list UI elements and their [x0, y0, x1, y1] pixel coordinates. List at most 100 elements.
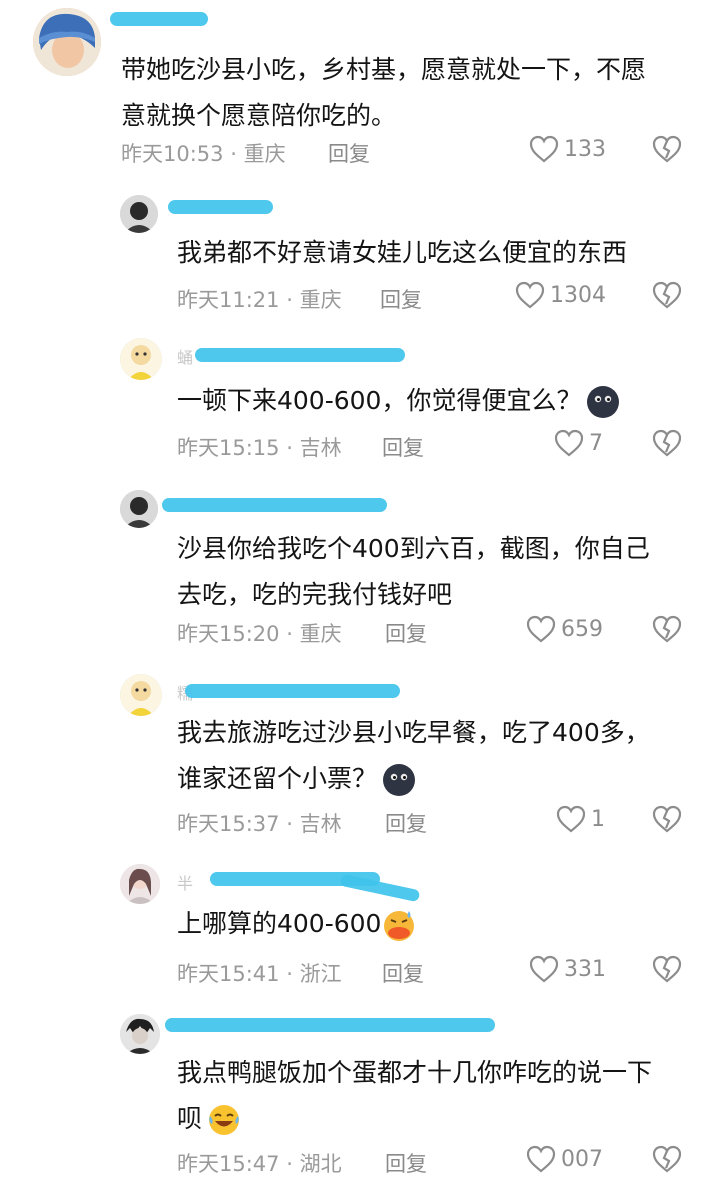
comment-text-line: 沙县你给我吃个400到六百，截图，你自己 [177, 534, 650, 563]
reply-button[interactable]: 回复 [328, 138, 370, 168]
reply-button[interactable]: 回复 [380, 284, 422, 314]
comment-7: 我点鸭腿饭加个蛋都才十几你咋吃的说一下 呗 昨天15:47 · 湖北 回复 00… [0, 1000, 720, 1192]
avatar[interactable] [120, 195, 158, 233]
like-count: 331 [564, 956, 606, 982]
comment-text: 我弟都不好意请女娃儿吃这么便宜的东西 [177, 230, 627, 276]
separator: · [286, 436, 293, 460]
comment-time: 昨天15:41 [177, 962, 280, 986]
like-count: 007 [561, 1146, 603, 1172]
like-button[interactable]: 7 [553, 428, 603, 458]
comment-text-line: 我弟都不好意请女娃儿吃这么便宜的东西 [177, 238, 628, 267]
comment-1: 带她吃沙县小吃，乡村基，愿意就处一下，不愿 意就换个愿意陪你吃的。 昨天10:5… [0, 0, 720, 180]
dislike-button[interactable] [651, 1144, 683, 1174]
like-count: 133 [564, 136, 606, 162]
username-redacted [185, 684, 400, 698]
separator: · [230, 142, 237, 166]
comment-text-line: 一顿下来400-600，你觉得便宜么？ [177, 378, 621, 424]
comment-2: 我弟都不好意请女娃儿吃这么便宜的东西 昨天11:21 · 重庆 回复 1304 [0, 180, 720, 320]
like-button[interactable]: 331 [528, 954, 606, 984]
comment-time: 昨天15:37 [177, 812, 280, 836]
comment-text-line: 呗 [177, 1096, 652, 1142]
comment-text: 一顿下来400-600，你觉得便宜么？ [177, 378, 621, 424]
reply-button[interactable]: 回复 [385, 618, 427, 648]
like-count: 659 [561, 616, 603, 642]
like-button[interactable]: 1 [555, 804, 605, 834]
comment-location: 重庆 [299, 622, 342, 646]
username-redacted [110, 12, 208, 26]
comment-text-line: 谁家还留个小票？ [177, 756, 650, 802]
username-redacted [168, 200, 273, 214]
comment-text-line: 我点鸭腿饭加个蛋都才十几你咋吃的说一下 [177, 1058, 653, 1087]
separator: · [286, 812, 293, 836]
reply-button[interactable]: 回复 [385, 808, 427, 838]
comment-time: 昨天11:21 [177, 288, 280, 312]
comment-location: 重庆 [243, 142, 286, 166]
comment-6: 半 上哪算的400-600 昨天15:41 · 浙江 回复 331 [0, 850, 720, 1000]
dislike-button[interactable] [651, 134, 683, 164]
like-count: 1304 [550, 282, 606, 308]
heart-icon [529, 955, 559, 983]
dislike-button[interactable] [651, 954, 683, 984]
separator: · [286, 288, 293, 312]
comment-meta: 昨天15:47 · 湖北 [177, 1148, 342, 1178]
heart-icon [556, 805, 586, 833]
comment-3: 蛹 一顿下来400-600，你觉得便宜么？ 昨天15:15 · 吉林 回复 7 [0, 320, 720, 470]
comment-time: 昨天10:53 [121, 142, 224, 166]
comment-location: 吉林 [299, 436, 342, 460]
dislike-button[interactable] [651, 428, 683, 458]
comment-time: 昨天15:15 [177, 436, 280, 460]
comment-text-span: 谁家还留个小票？ [177, 764, 378, 793]
comment-location: 浙江 [299, 962, 342, 986]
comment-time: 昨天15:20 [177, 622, 280, 646]
username-ghost: 半 [177, 874, 195, 893]
heart-icon [526, 615, 556, 643]
like-button[interactable]: 1304 [514, 280, 606, 310]
comment-meta: 昨天15:37 · 吉林 [177, 808, 342, 838]
comment-text: 上哪算的400-600 [177, 901, 417, 947]
username-ghost: 蛹 [177, 348, 195, 367]
avatar[interactable] [120, 864, 160, 904]
reply-button[interactable]: 回复 [385, 1148, 427, 1178]
avatar[interactable] [120, 1014, 160, 1054]
heart-icon [526, 1145, 556, 1173]
broken-heart-icon [652, 615, 682, 643]
dislike-button[interactable] [651, 614, 683, 644]
broken-heart-icon [652, 135, 682, 163]
comment-text-span: 呗 [177, 1104, 203, 1133]
like-count: 7 [589, 430, 603, 456]
like-button[interactable]: 659 [525, 614, 603, 644]
comment-text-line: 意就换个愿意陪你吃的。 [121, 101, 397, 130]
broken-heart-icon [652, 429, 682, 457]
like-button[interactable]: 007 [525, 1144, 603, 1174]
comment-text-line: 上哪算的400-600 [177, 901, 417, 947]
username-redacted [162, 498, 387, 512]
comment-text: 带她吃沙县小吃，乡村基，愿意就处一下，不愿 意就换个愿意陪你吃的。 [121, 47, 646, 139]
comment-text-span: 上哪算的400-600 [177, 909, 382, 938]
heart-icon [515, 281, 545, 309]
comment-meta: 昨天15:20 · 重庆 [177, 618, 342, 648]
comment-5: 糯 我去旅游吃过沙县小吃早餐，吃了400多， 谁家还留个小票？ 昨天15:37 … [0, 660, 720, 850]
dislike-button[interactable] [651, 280, 683, 310]
avatar[interactable] [33, 8, 101, 76]
dark-face-emoji [381, 762, 417, 798]
broken-heart-icon [652, 805, 682, 833]
dark-face-emoji [585, 384, 621, 420]
broken-heart-icon [652, 1145, 682, 1173]
avatar[interactable] [120, 338, 162, 380]
broken-heart-icon [652, 281, 682, 309]
heart-icon [529, 135, 559, 163]
reply-button[interactable]: 回复 [382, 958, 424, 988]
comment-4: 沙县你给我吃个400到六百，截图，你自己 去吃，吃的完我付钱好吧 昨天15:20… [0, 470, 720, 660]
reply-button[interactable]: 回复 [382, 432, 424, 462]
comment-text: 我去旅游吃过沙县小吃早餐，吃了400多， 谁家还留个小票？ [177, 710, 650, 802]
comment-meta: 昨天10:53 · 重庆 [121, 138, 286, 168]
comment-text: 我点鸭腿饭加个蛋都才十几你咋吃的说一下 呗 [177, 1050, 652, 1142]
broken-heart-icon [652, 955, 682, 983]
avatar[interactable] [120, 674, 162, 716]
dislike-button[interactable] [651, 804, 683, 834]
comment-text-line: 去吃，吃的完我付钱好吧 [177, 580, 453, 609]
like-button[interactable]: 133 [528, 134, 606, 164]
separator: · [286, 1152, 293, 1176]
avatar[interactable] [120, 490, 158, 528]
username-redacted [165, 1018, 495, 1032]
